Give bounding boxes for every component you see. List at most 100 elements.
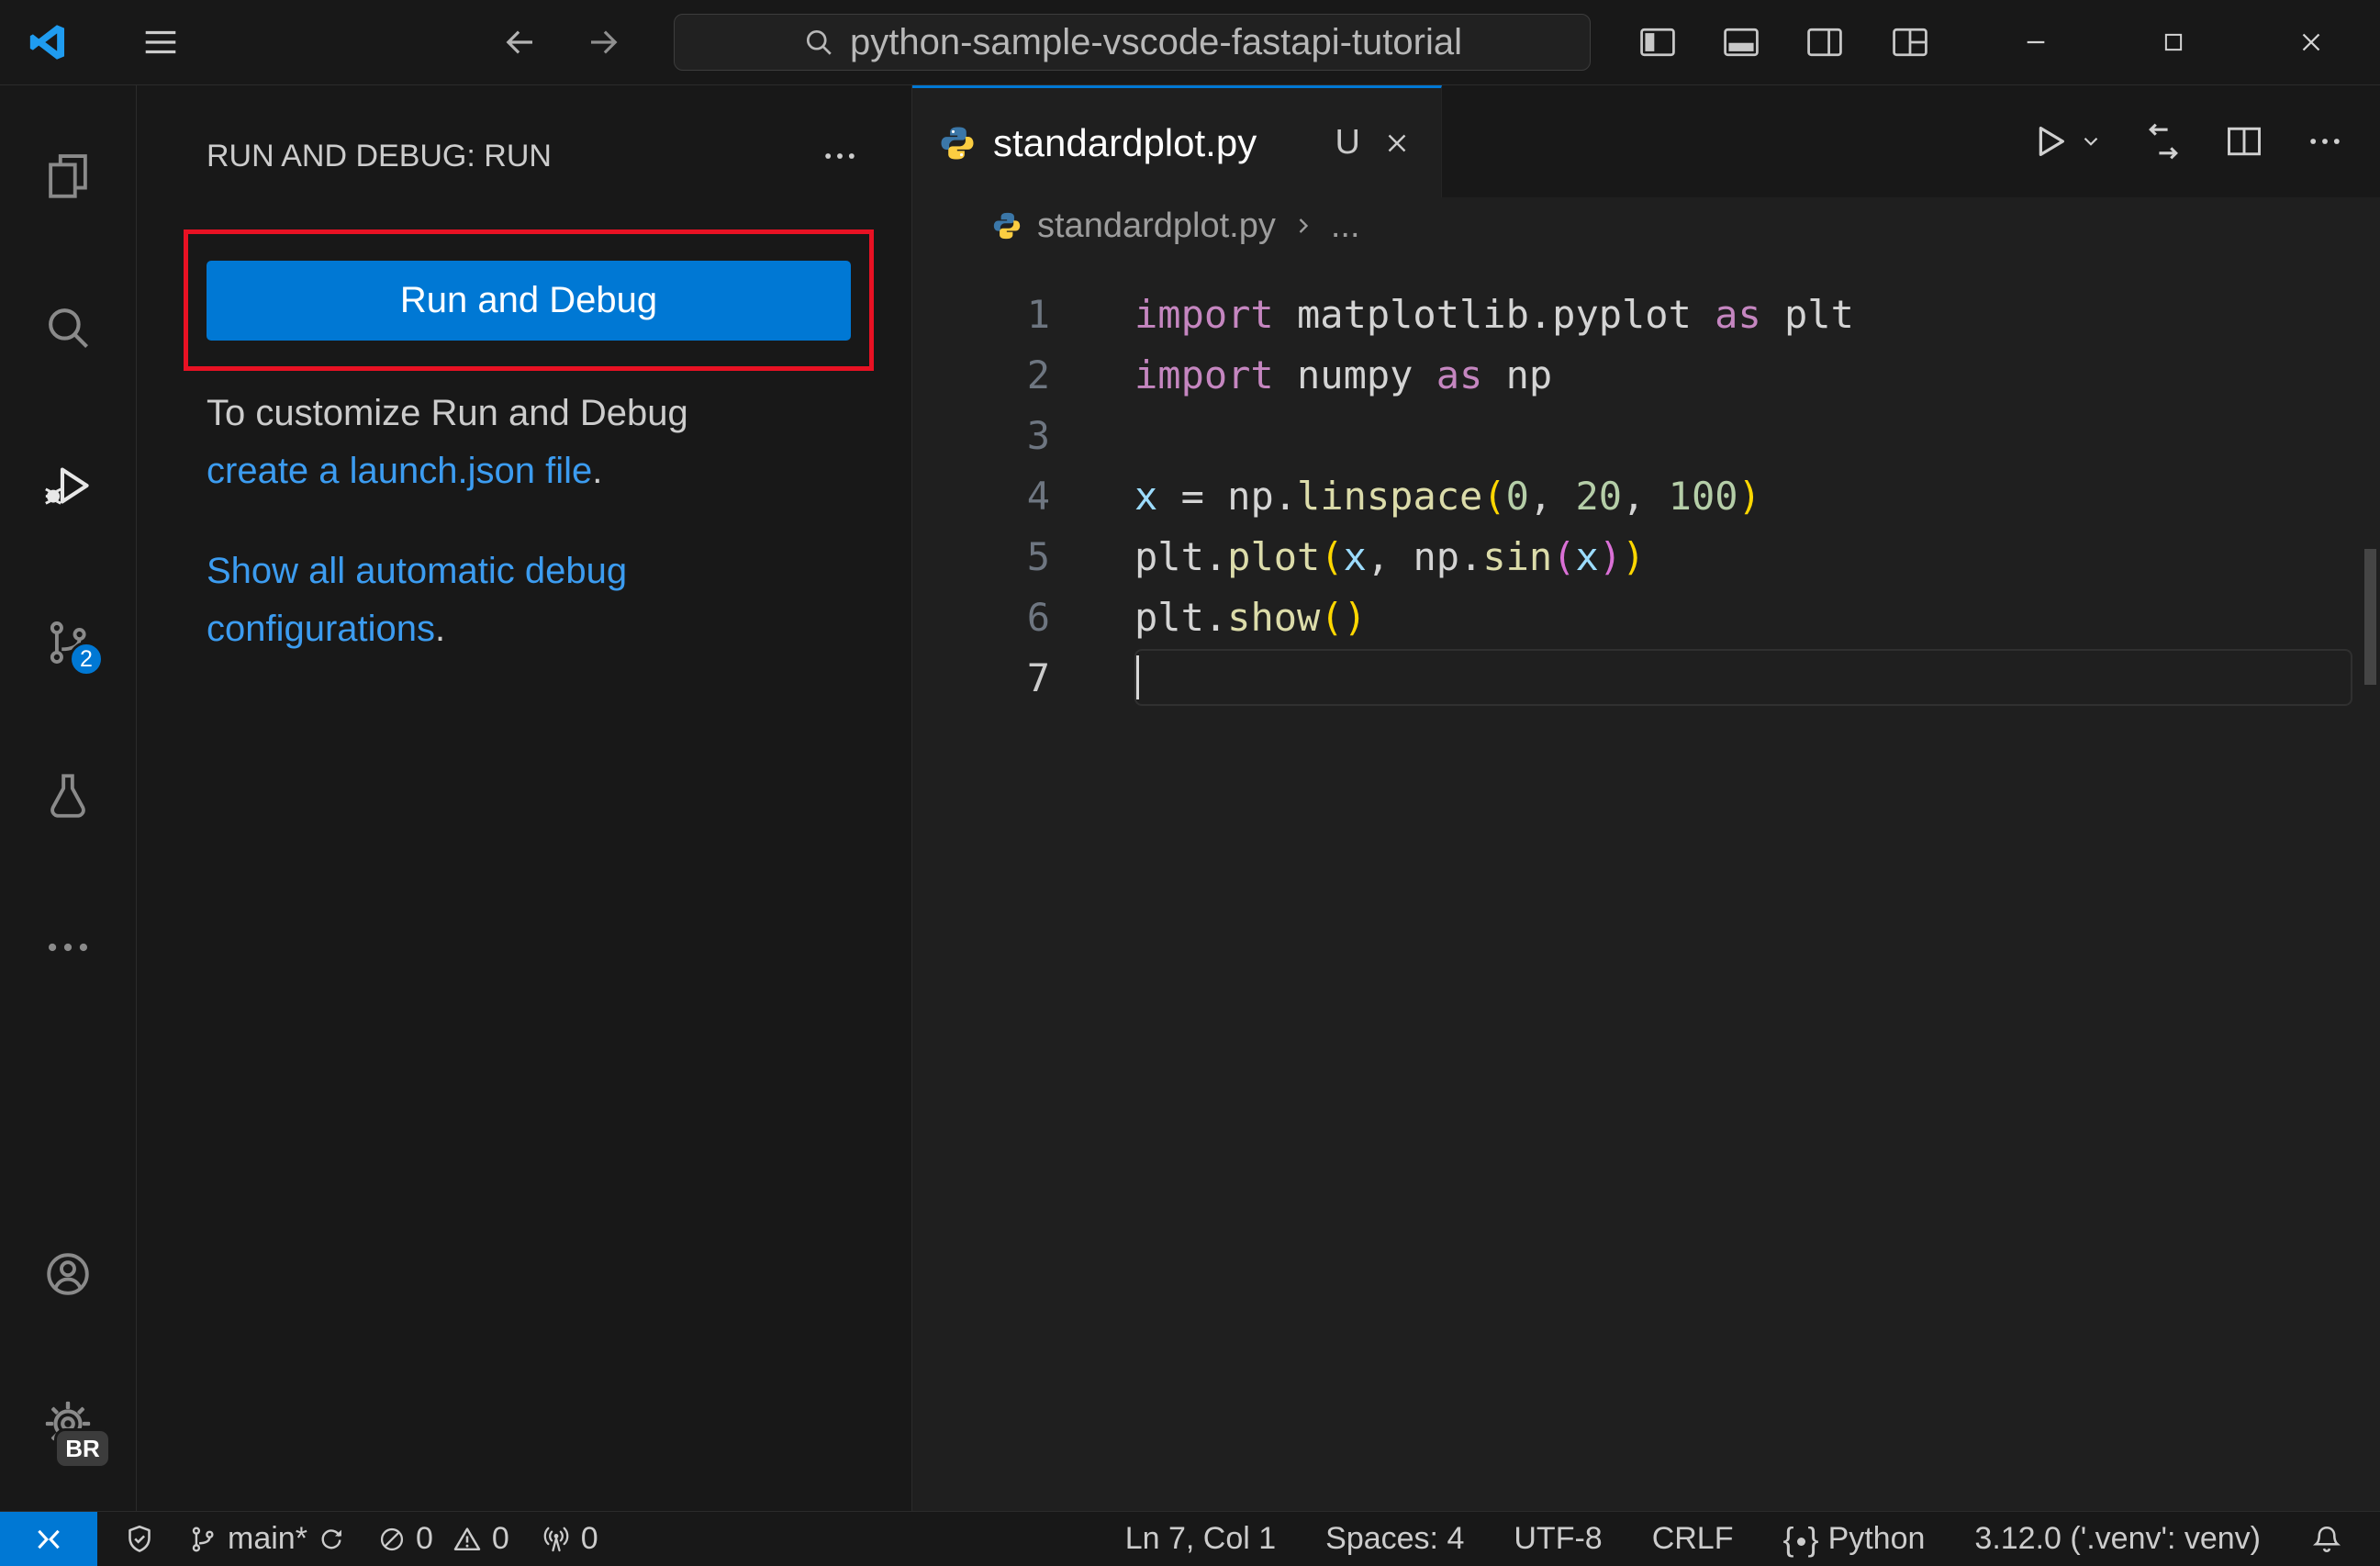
run-and-debug-icon[interactable] xyxy=(41,459,95,512)
tab-untracked-indicator: U xyxy=(1335,123,1360,162)
python-file-icon xyxy=(991,210,1022,241)
forward-arrow-icon[interactable] xyxy=(582,0,626,84)
warnings-icon xyxy=(452,1524,483,1555)
code-lines: 1 import matplotlib.pyplot as plt 2 import … xyxy=(912,254,2380,1511)
run-and-debug-panel: RUN AND DEBUG: RUN Run and Debug To cust… xyxy=(137,85,912,1511)
toggle-sidebar-icon[interactable] xyxy=(1637,0,1678,84)
search-icon xyxy=(802,26,835,59)
line-number[interactable]: 5 xyxy=(912,534,1050,579)
tab-label: standardplot.py xyxy=(993,120,1257,164)
problems-item[interactable]: 0 0 xyxy=(377,1512,509,1566)
toggle-secondary-sidebar-icon[interactable] xyxy=(1805,0,1845,84)
panel-title: RUN AND DEBUG: RUN xyxy=(207,138,552,173)
warnings-count: 0 xyxy=(491,1521,509,1556)
settings-gear-icon[interactable]: BR xyxy=(41,1397,111,1469)
errors-count: 0 xyxy=(415,1521,433,1556)
ports-item[interactable]: 0 xyxy=(541,1512,598,1566)
cursor-position[interactable]: Ln 7, Col 1 xyxy=(1125,1512,1276,1566)
run-dropdown-chevron-icon[interactable] xyxy=(2079,129,2103,153)
run-and-debug-button[interactable]: Run and Debug xyxy=(207,261,851,341)
tab-standardplot[interactable]: standardplot.py U xyxy=(912,85,1442,197)
editor-more-actions-icon[interactable] xyxy=(2305,121,2345,162)
remote-icon xyxy=(33,1524,64,1555)
source-control-icon[interactable]: 2 xyxy=(41,616,104,677)
ports-count: 0 xyxy=(580,1521,598,1556)
minimize-button[interactable] xyxy=(1967,0,2105,84)
code-line[interactable]: 5 plt.plot(x, np.sin(x)) xyxy=(912,526,2380,587)
indentation[interactable]: Spaces: 4 xyxy=(1325,1512,1464,1566)
code-line[interactable]: 6 plt.show() xyxy=(912,587,2380,647)
auto-config-paragraph: Show all automatic debug configurations. xyxy=(207,543,739,658)
code-line[interactable]: 2 import numpy as np xyxy=(912,344,2380,405)
branch-icon xyxy=(187,1524,218,1555)
customize-paragraph: To customize Run and Debug create a laun… xyxy=(207,385,739,500)
status-bar: main* 0 0 0 Ln 7, Col 1 Spaces: 4 UTF-8 … xyxy=(0,1511,2380,1566)
breadcrumb-chevron-icon xyxy=(1291,213,1316,239)
more-views-icon[interactable] xyxy=(41,921,95,974)
editor-scrollbar[interactable] xyxy=(2364,549,2376,685)
git-branch-item[interactable]: main* xyxy=(187,1512,346,1566)
code-line[interactable]: 3 xyxy=(912,405,2380,465)
line-number[interactable]: 2 xyxy=(912,352,1050,397)
braces-icon: {} xyxy=(1782,1519,1819,1558)
code-text: x = np.linspace(0, 20, 100) xyxy=(1134,473,1761,519)
code-line[interactable]: 7 xyxy=(912,647,2380,708)
run-file-icon[interactable] xyxy=(2028,120,2070,162)
menu-icon[interactable] xyxy=(139,0,183,84)
breadcrumb-symbol[interactable]: ... xyxy=(1331,207,1360,246)
account-icon[interactable] xyxy=(41,1247,95,1301)
maximize-button[interactable] xyxy=(2105,0,2242,84)
editor-group: standardplot.py U standardplot.py ... 1 … xyxy=(912,85,2380,1511)
create-launch-json-link[interactable]: create a launch.json file xyxy=(207,451,592,491)
open-changes-icon[interactable] xyxy=(2143,121,2184,162)
editor-actions xyxy=(2028,85,2380,197)
radio-tower-icon xyxy=(541,1524,572,1555)
current-line-highlight xyxy=(1134,649,2352,706)
activity-bar: 2 BR xyxy=(0,85,137,1511)
code-line[interactable]: 4 x = np.linspace(0, 20, 100) xyxy=(912,465,2380,526)
testing-icon[interactable] xyxy=(41,769,95,822)
encoding[interactable]: UTF-8 xyxy=(1514,1512,1602,1566)
code-text: import matplotlib.pyplot as plt xyxy=(1134,291,1854,337)
text-cursor xyxy=(1136,655,1139,699)
tab-bar: standardplot.py U xyxy=(912,85,2380,197)
sync-icon xyxy=(317,1525,346,1554)
title-bar: python-sample-vscode-fastapi-tutorial xyxy=(0,0,2380,85)
panel-more-actions-icon[interactable] xyxy=(820,136,860,176)
errors-icon xyxy=(377,1525,407,1554)
notifications-bell-icon[interactable] xyxy=(2310,1512,2343,1566)
code-text: plt.plot(x, np.sin(x)) xyxy=(1134,533,1646,579)
explorer-icon[interactable] xyxy=(41,150,95,203)
vscode-logo-icon xyxy=(26,0,70,84)
python-interpreter[interactable]: 3.12.0 ('.venv': venv) xyxy=(1974,1512,2261,1566)
period-text: . xyxy=(435,609,446,649)
line-number[interactable]: 6 xyxy=(912,595,1050,640)
split-editor-icon[interactable] xyxy=(2224,121,2264,162)
back-arrow-icon[interactable] xyxy=(497,0,542,84)
breadcrumb: standardplot.py ... xyxy=(912,197,2380,254)
close-button[interactable] xyxy=(2242,0,2380,84)
command-center-label: python-sample-vscode-fastapi-tutorial xyxy=(850,21,1462,62)
customize-text: To customize Run and Debug xyxy=(207,393,688,433)
language-mode[interactable]: {} Python xyxy=(1783,1512,1926,1566)
profile-badge: BR xyxy=(54,1428,111,1469)
search-sidebar-icon[interactable] xyxy=(41,301,95,354)
toggle-panel-icon[interactable] xyxy=(1721,0,1761,84)
tab-close-icon[interactable] xyxy=(1377,123,1417,163)
eol-sequence[interactable]: CRLF xyxy=(1652,1512,1734,1566)
scm-badge: 2 xyxy=(69,642,104,677)
line-number[interactable]: 3 xyxy=(912,413,1050,458)
customize-layout-icon[interactable] xyxy=(1890,0,1930,84)
code-text: plt.show() xyxy=(1134,594,1367,640)
breadcrumb-file[interactable]: standardplot.py xyxy=(1037,207,1276,246)
branch-name: main* xyxy=(228,1521,307,1556)
workspace-trust-item[interactable] xyxy=(123,1512,156,1566)
vscode-window: python-sample-vscode-fastapi-tutorial 2 … xyxy=(0,0,2380,1566)
line-number[interactable]: 7 xyxy=(912,655,1050,700)
line-number[interactable]: 4 xyxy=(912,474,1050,519)
show-auto-configs-link[interactable]: Show all automatic debug configurations xyxy=(207,551,627,649)
code-line[interactable]: 1 import matplotlib.pyplot as plt xyxy=(912,284,2380,344)
line-number[interactable]: 1 xyxy=(912,292,1050,337)
remote-indicator[interactable] xyxy=(0,1512,97,1566)
command-center-search[interactable]: python-sample-vscode-fastapi-tutorial xyxy=(674,14,1591,71)
